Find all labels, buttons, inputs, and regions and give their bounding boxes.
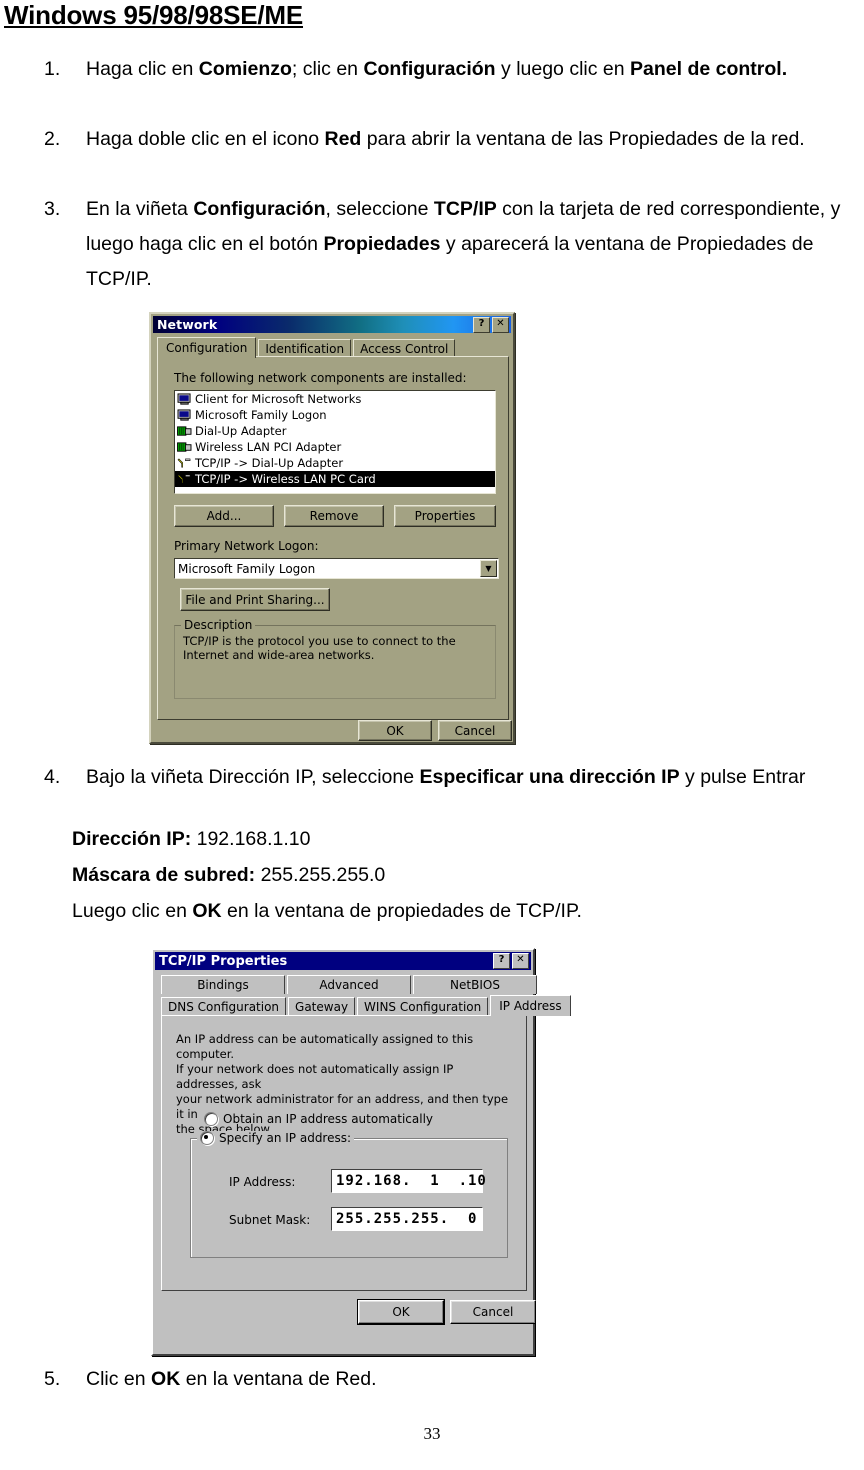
network-dialog[interactable]: Network ? ✕ Configuration Identification… — [149, 312, 515, 744]
step-2: 2. Haga doble clic en el icono Red para … — [44, 122, 864, 157]
step-4: 4. Bajo la viñeta Dirección IP, seleccio… — [44, 760, 864, 795]
computer-icon — [177, 392, 191, 405]
step-5-number: 5. — [44, 1368, 61, 1390]
specify-ip-label: Specify an IP address: — [219, 1131, 352, 1145]
step-4-text: Bajo la viñeta Dirección IP, seleccione … — [86, 766, 806, 788]
list-item[interactable]: Dial-Up Adapter — [175, 423, 495, 439]
tcpip-ok-button[interactable]: OK — [357, 1299, 445, 1325]
radio-icon[interactable] — [204, 1112, 218, 1126]
close-icon[interactable]: ✕ — [492, 316, 509, 333]
specify-ip-radio[interactable]: Specify an IP address: — [197, 1131, 355, 1145]
step-2-number: 2. — [44, 128, 61, 150]
network-ok-button[interactable]: OK — [358, 720, 432, 741]
step-1-number: 1. — [44, 58, 61, 80]
network-cancel-button[interactable]: Cancel — [438, 720, 512, 741]
add-button[interactable]: Add... — [174, 505, 274, 527]
tcpip-tab-panel: An IP address can be automatically assig… — [161, 1015, 527, 1291]
tab-advanced[interactable]: Advanced — [287, 975, 411, 994]
protocol-icon — [177, 473, 191, 483]
tcpip-properties-dialog[interactable]: TCP/IP Properties ? ✕ Bindings Advanced … — [151, 948, 571, 1356]
ip-address-input[interactable]: 192.168. 1 .10 — [331, 1169, 486, 1193]
page-title: Windows 95/98/98SE/ME — [4, 0, 304, 30]
ip-address-label: IP Address: — [229, 1175, 296, 1189]
tab-dns-configuration[interactable]: DNS Configuration — [161, 997, 287, 1016]
remove-button[interactable]: Remove — [284, 505, 384, 527]
adapter-card-icon — [177, 425, 192, 436]
network-titlebar-buttons: ? ✕ — [473, 316, 511, 333]
primary-logon-value: Microsoft Family Logon — [178, 561, 316, 576]
tab-bindings[interactable]: Bindings — [161, 975, 285, 994]
then-click-ok-line: Luego clic en OK en la ventana de propie… — [72, 900, 582, 922]
list-item-label: Wireless LAN PCI Adapter — [195, 440, 342, 454]
description-group-title: Description — [181, 618, 256, 632]
tab-ip-address[interactable]: IP Address — [490, 995, 571, 1016]
list-item[interactable]: Microsoft Family Logon — [175, 407, 495, 423]
list-item-label: TCP/IP -> Dial-Up Adapter — [195, 456, 344, 470]
close-icon[interactable]: ✕ — [512, 953, 529, 969]
network-dialog-titlebar[interactable]: Network ? ✕ — [153, 316, 511, 333]
specify-ip-groupbox: Specify an IP address: IP Address: 192.1… — [190, 1131, 508, 1258]
computer-icon — [177, 408, 191, 421]
tab-wins-configuration[interactable]: WINS Configuration — [357, 997, 489, 1016]
network-dialog-title: Network — [157, 317, 218, 332]
list-item[interactable]: Wireless LAN PCI Adapter — [175, 439, 495, 455]
step-1-text: Haga clic en Comienzo; clic en Configura… — [86, 58, 788, 80]
step-4-number: 4. — [44, 766, 61, 788]
tcpip-dialog-titlebar[interactable]: TCP/IP Properties ? ✕ — [155, 952, 531, 970]
list-item[interactable]: Client for Microsoft Networks — [175, 391, 495, 407]
adapter-card-icon — [177, 441, 192, 452]
step-2-text: Haga doble clic en el icono Red para abr… — [86, 128, 805, 150]
step-3-text: En la viñeta Configuración, seleccione T… — [86, 198, 841, 290]
description-groupbox: Description TCP/IP is the protocol you u… — [174, 618, 496, 699]
tab-gateway[interactable]: Gateway — [288, 997, 356, 1016]
ip-address-line: Dirección IP: 192.168.1.10 — [72, 828, 311, 850]
help-icon[interactable]: ? — [493, 953, 510, 969]
step-5-text: Clic en OK en la ventana de Red. — [86, 1368, 377, 1390]
list-item-label: Dial-Up Adapter — [195, 424, 287, 438]
subnet-mask-line: Máscara de subred: 255.255.255.0 — [72, 864, 386, 886]
tab-netbios[interactable]: NetBIOS — [413, 975, 537, 994]
radio-icon-selected[interactable] — [200, 1131, 214, 1145]
protocol-icon — [177, 457, 191, 467]
network-tabrow: Configuration Identification Access Cont… — [157, 337, 457, 358]
list-item-label: Client for Microsoft Networks — [195, 392, 362, 406]
list-item-label: TCP/IP -> Wireless LAN PC Card — [195, 472, 376, 486]
subnet-mask-input[interactable]: 255.255.255. 0 — [331, 1207, 483, 1231]
chevron-down-icon[interactable]: ▼ — [480, 560, 497, 577]
subnet-mask-label: Subnet Mask: — [229, 1213, 311, 1227]
properties-button[interactable]: Properties — [394, 505, 496, 527]
obtain-ip-automatically-label: Obtain an IP address automatically — [223, 1112, 434, 1126]
list-item-selected[interactable]: TCP/IP -> Wireless LAN PC Card — [175, 471, 495, 487]
tcpip-cancel-button[interactable]: Cancel — [450, 1300, 536, 1324]
step-3: 3. En la viñeta Configuración, seleccion… — [44, 192, 864, 297]
network-tab-panel: The following network components are ins… — [157, 356, 509, 720]
description-text: TCP/IP is the protocol you use to connec… — [183, 634, 456, 662]
network-components-listbox[interactable]: Client for Microsoft Networks Microsoft … — [174, 390, 496, 494]
tcpip-titlebar-buttons: ? ✕ — [493, 953, 531, 969]
tcpip-dialog-title: TCP/IP Properties — [159, 953, 288, 969]
components-label: The following network components are ins… — [174, 371, 467, 385]
step-1: 1. Haga clic en Comienzo; clic en Config… — [44, 52, 864, 87]
tcpip-tabrow-1: Bindings Advanced NetBIOS — [161, 975, 539, 994]
page-number: 33 — [423, 1424, 441, 1443]
step-3-number: 3. — [44, 198, 61, 220]
obtain-ip-automatically-radio[interactable]: Obtain an IP address automatically — [204, 1112, 433, 1126]
primary-logon-label: Primary Network Logon: — [174, 539, 319, 553]
tcpip-tabrow-2: DNS Configuration Gateway WINS Configura… — [161, 995, 573, 1016]
list-item-label: Microsoft Family Logon — [195, 408, 327, 422]
step-5: 5. Clic en OK en la ventana de Red. — [44, 1362, 864, 1397]
primary-logon-combobox[interactable]: Microsoft Family Logon ▼ — [174, 558, 499, 579]
tab-configuration[interactable]: Configuration — [157, 337, 257, 358]
file-print-sharing-button[interactable]: File and Print Sharing... — [180, 588, 330, 611]
help-icon[interactable]: ? — [473, 316, 490, 333]
list-item[interactable]: TCP/IP -> Dial-Up Adapter — [175, 455, 495, 471]
